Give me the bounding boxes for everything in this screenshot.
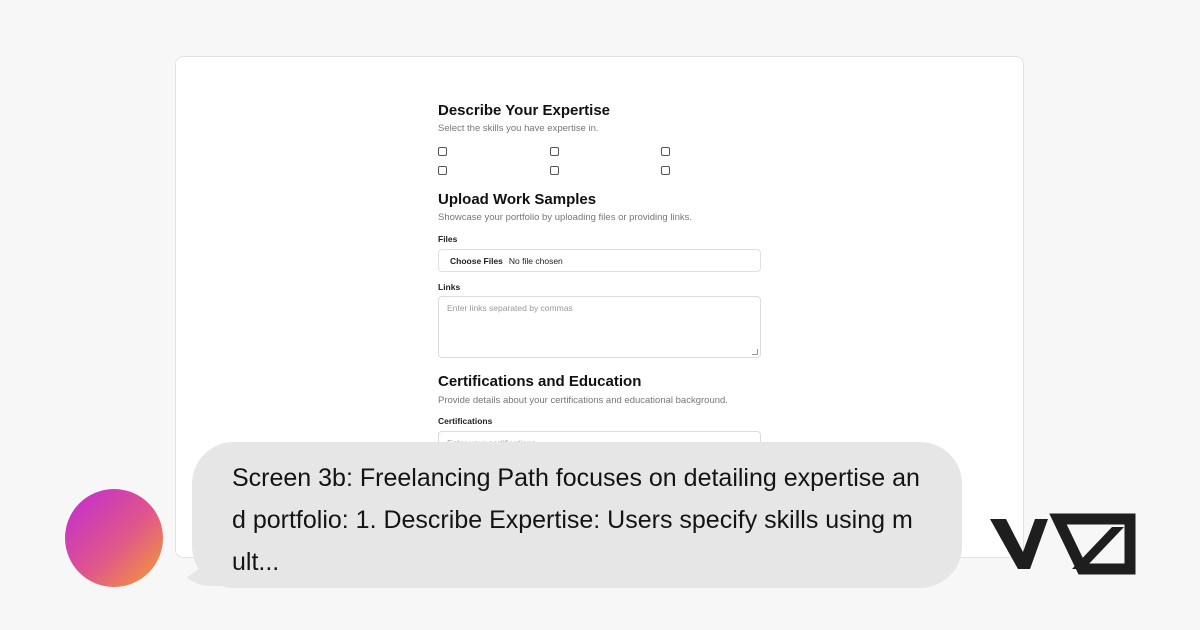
avatar	[65, 489, 163, 587]
skill-checkbox[interactable]	[438, 166, 447, 175]
work-samples-title: Upload Work Samples	[438, 191, 597, 208]
files-label: Files	[438, 234, 458, 244]
skill-checkbox[interactable]	[550, 147, 559, 156]
certifications-label: Certifications	[438, 416, 493, 426]
resize-handle-icon[interactable]	[752, 349, 758, 355]
links-placeholder: Enter links separated by commas	[447, 303, 573, 313]
skill-checkbox[interactable]	[550, 166, 559, 175]
caption-bubble: Screen 3b: Freelancing Path focuses on d…	[192, 442, 962, 588]
work-samples-description: Showcase your portfolio by uploading fil…	[438, 212, 692, 223]
vz-logo-icon	[990, 513, 1136, 575]
expertise-description: Select the skills you have expertise in.	[438, 123, 599, 134]
links-label: Links	[438, 282, 461, 292]
skill-checkbox[interactable]	[438, 147, 447, 156]
choose-files-button[interactable]: Choose Files	[450, 256, 503, 266]
skill-checkbox[interactable]	[661, 147, 670, 156]
skill-checkbox[interactable]	[661, 166, 670, 175]
caption-text: Screen 3b: Freelancing Path focuses on d…	[232, 464, 920, 576]
expertise-title: Describe Your Expertise	[438, 102, 611, 119]
links-textarea[interactable]: Enter links separated by commas	[438, 296, 761, 358]
no-file-chosen-text: No file chosen	[508, 255, 563, 266]
certifications-title: Certifications and Education	[438, 373, 642, 390]
files-input[interactable]: Choose Files No file chosen	[438, 249, 761, 272]
certifications-description: Provide details about your certification…	[438, 395, 728, 406]
